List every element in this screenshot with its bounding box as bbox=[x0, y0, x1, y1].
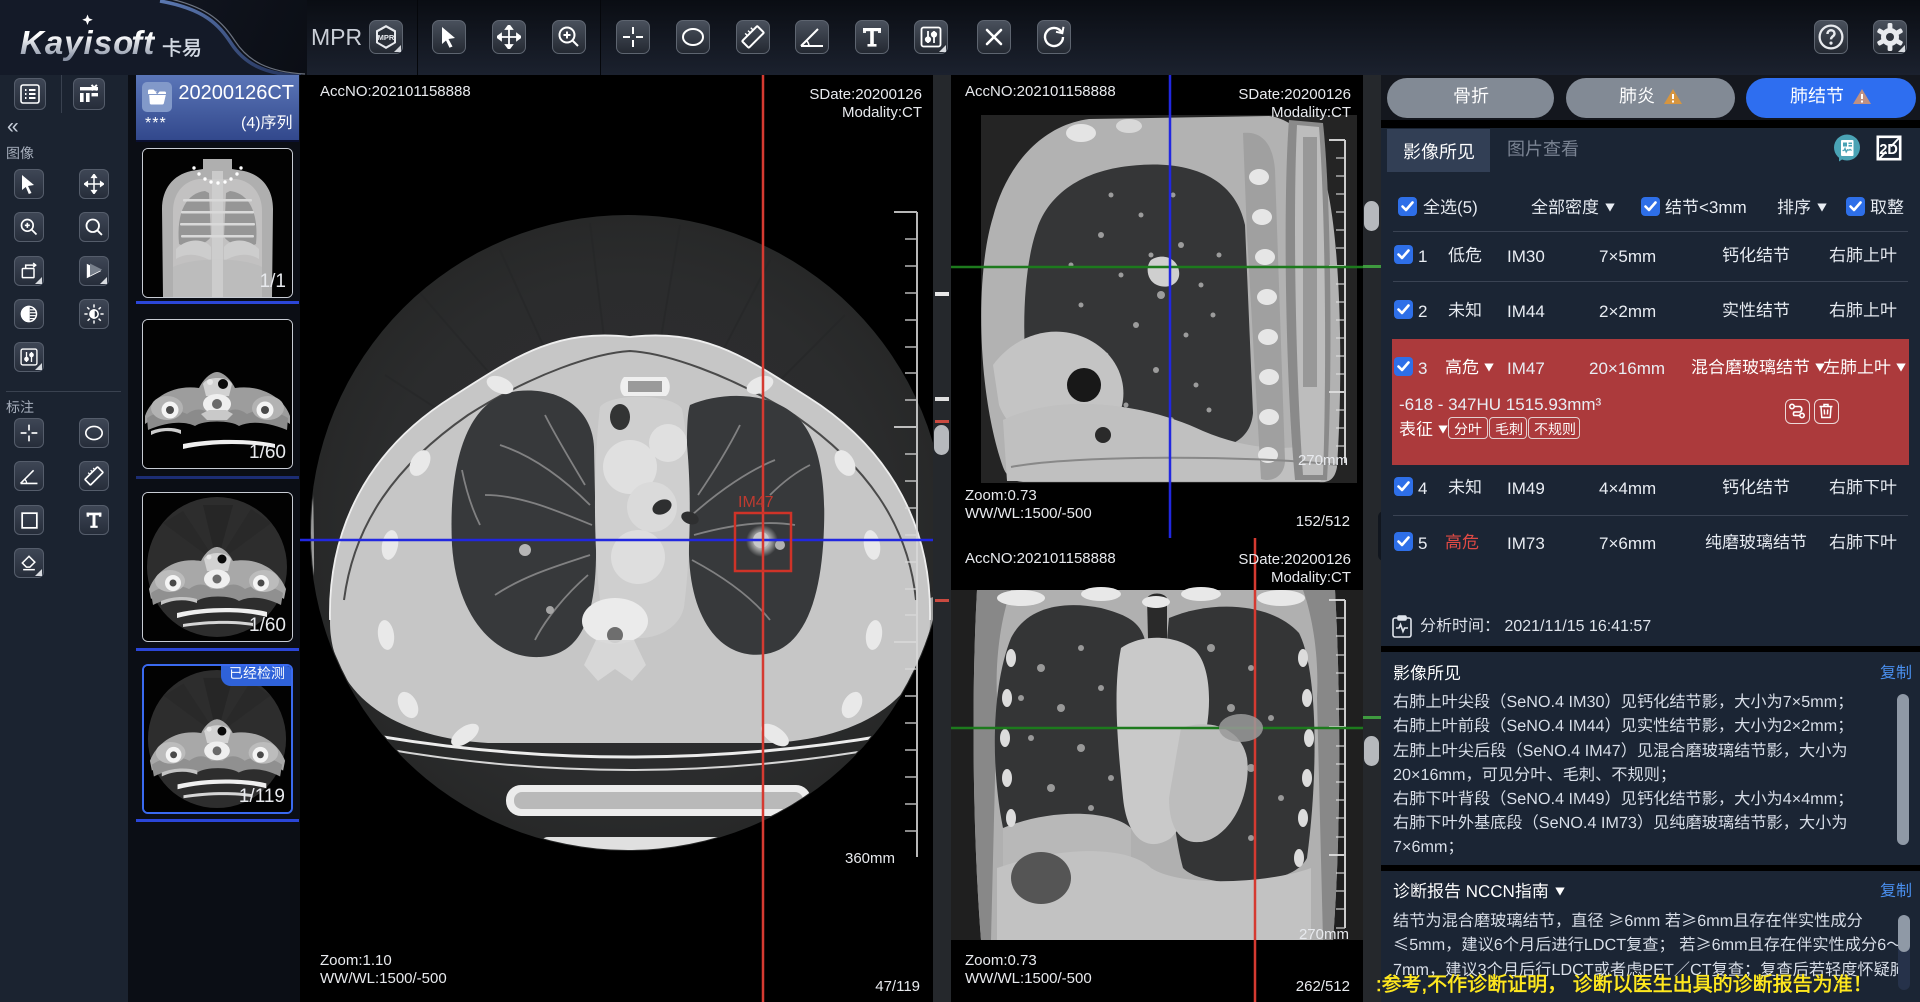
svg-text:IM47: IM47 bbox=[738, 494, 774, 511]
svg-text:MPR: MPR bbox=[378, 33, 395, 42]
svg-text:2D: 2D bbox=[1879, 142, 1898, 158]
